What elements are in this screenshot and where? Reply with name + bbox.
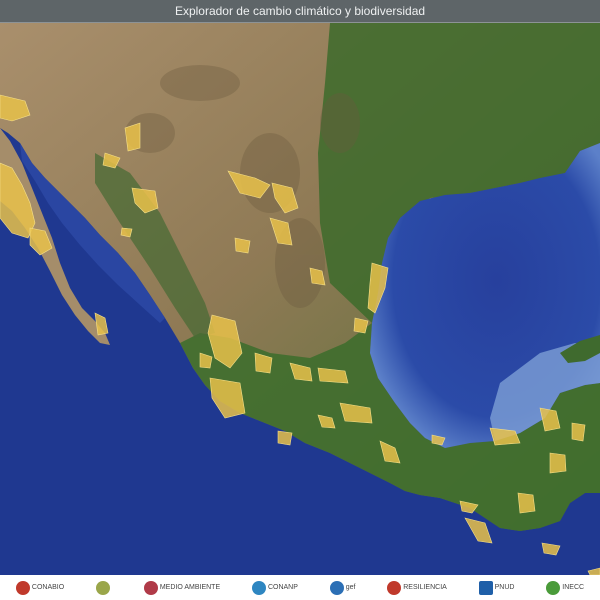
pnud-logo: PNUD xyxy=(478,580,514,595)
map-canvas[interactable] xyxy=(0,23,600,575)
protected-area[interactable] xyxy=(571,422,586,442)
protected-area[interactable] xyxy=(234,237,251,254)
protected-area[interactable] xyxy=(517,492,536,514)
map-view[interactable] xyxy=(0,23,600,575)
protected-area[interactable] xyxy=(124,122,141,152)
resiliencia-emblem-icon xyxy=(387,580,402,595)
conanp-emblem-icon xyxy=(251,580,266,595)
semarnat-logo xyxy=(96,580,112,595)
medio-ambiente-emblem-icon xyxy=(143,580,158,595)
gef-emblem-icon xyxy=(329,580,344,595)
resiliencia-logo: RESILIENCIA xyxy=(387,580,447,595)
gef-logo: gef xyxy=(329,580,355,595)
app-title: Explorador de cambio climático y biodive… xyxy=(174,4,426,18)
conabio-emblem-icon xyxy=(15,580,30,595)
protected-area[interactable] xyxy=(120,227,133,238)
partner-logo-bar: CONABIO MEDIO AMBIENTE CONANP gef RESILI… xyxy=(0,575,600,600)
un-emblem-icon xyxy=(478,580,493,595)
inecc-emblem-icon xyxy=(546,580,561,595)
title-bar: Explorador de cambio climático y biodive… xyxy=(0,0,600,23)
medio-ambiente-logo: MEDIO AMBIENTE xyxy=(143,580,220,595)
conabio-logo: CONABIO xyxy=(15,580,64,595)
inecc-logo: INECC xyxy=(546,580,584,595)
protected-area[interactable] xyxy=(549,452,567,474)
conanp-logo: CONANP xyxy=(251,580,298,595)
protected-area[interactable] xyxy=(277,430,293,446)
semarnat-emblem-icon xyxy=(96,580,111,595)
